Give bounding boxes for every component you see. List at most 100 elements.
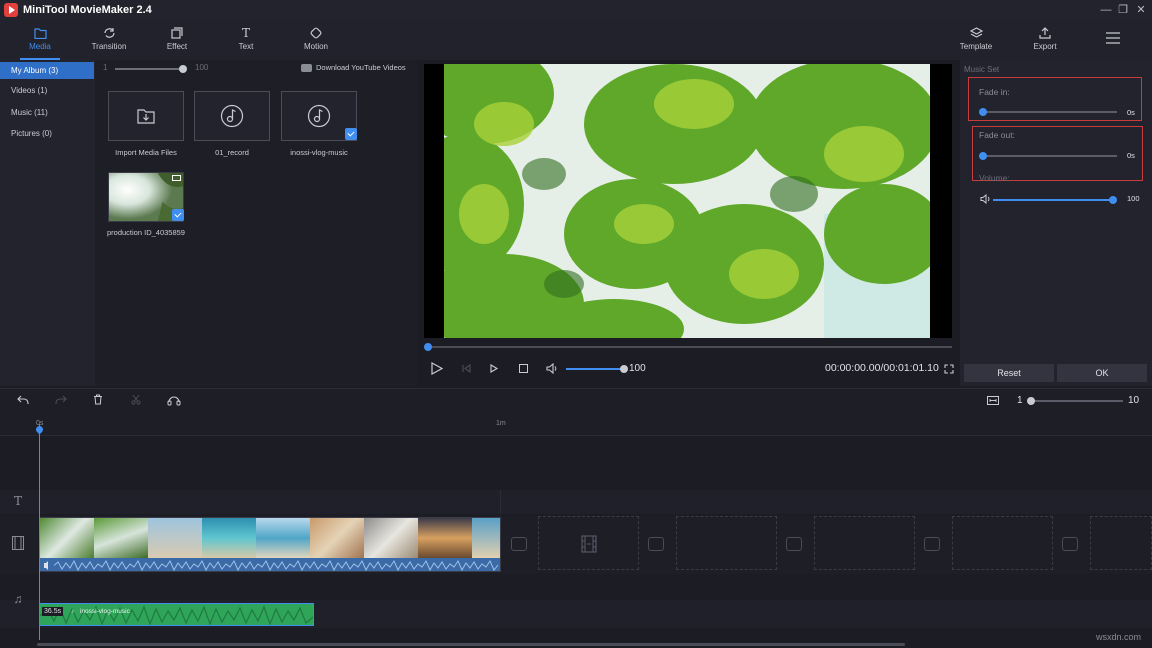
sidebar-item-videos[interactable]: Videos (1) [0, 82, 94, 99]
transition-icon [79, 24, 139, 42]
clip-frame [256, 518, 310, 558]
thumbnail-zoom-knob[interactable] [179, 65, 187, 73]
music-track[interactable]: ♫ 36.5s ♪ inossi-vlog-music [0, 600, 1152, 628]
timeline-zoom-track[interactable] [1030, 400, 1123, 402]
tab-effect-label: Effect [147, 42, 207, 51]
timeline-zoom-min: 1 [1017, 395, 1023, 406]
restore-icon[interactable]: ❐ [1113, 2, 1133, 18]
clip-frame [310, 518, 364, 558]
youtube-icon [301, 64, 312, 72]
delete-icon[interactable] [93, 394, 103, 408]
sidebar-item-pictures[interactable]: Pictures (0) [0, 125, 94, 142]
transition-slot[interactable] [786, 537, 802, 551]
clip-frame [472, 518, 501, 558]
template-label: Template [946, 42, 1006, 51]
add-clip-icon [580, 535, 598, 553]
fullscreen-icon[interactable] [944, 364, 954, 377]
media-item-01-record[interactable] [194, 91, 270, 141]
download-youtube-button[interactable]: Download YouTube Videos [301, 63, 406, 72]
title-bar: MiniTool MovieMaker 2.4 — ❐ ✕ [0, 0, 1152, 20]
import-media-label: Import Media Files [96, 148, 196, 157]
video-clip[interactable] [39, 517, 501, 572]
export-button[interactable]: Export [1015, 24, 1075, 51]
video-audio-waveform [40, 558, 501, 572]
reset-button[interactable]: Reset [964, 364, 1054, 382]
time-ruler[interactable]: 0s 1m [0, 412, 1152, 436]
zoom-max-label: 100 [195, 63, 208, 72]
video-track-icon [0, 536, 36, 553]
transition-slot[interactable] [1062, 537, 1078, 551]
timeline-scrollbar-area [0, 640, 1152, 648]
ok-button[interactable]: OK [1057, 364, 1147, 382]
player-volume-knob[interactable] [620, 365, 628, 373]
next-frame-icon[interactable] [490, 364, 499, 376]
tab-effect[interactable]: Effect [147, 24, 207, 51]
music-volume-knob[interactable] [1109, 196, 1117, 204]
music-note-icon [307, 104, 331, 128]
text-track-icon: T [0, 494, 36, 508]
folder-icon [10, 24, 70, 42]
music-note-icon [220, 104, 244, 128]
text-track[interactable]: T [0, 490, 1152, 514]
playback-progress-knob[interactable] [424, 343, 432, 351]
empty-clip-slot[interactable] [952, 516, 1053, 570]
video-frame-palm-trees [444, 64, 930, 338]
empty-clip-slot[interactable] [538, 516, 639, 570]
play-icon[interactable] [431, 362, 443, 378]
tab-text-label: Text [216, 42, 276, 51]
fade-out-track[interactable] [983, 155, 1117, 157]
video-preview[interactable] [424, 64, 952, 338]
timeline-zoom-knob[interactable] [1027, 397, 1035, 405]
app-logo-icon [4, 3, 18, 17]
player-volume-fill [566, 368, 624, 370]
sidebar-item-my-album[interactable]: My Album (3) [0, 62, 94, 79]
tab-media-label: Media [10, 42, 70, 51]
fade-in-track[interactable] [983, 111, 1117, 113]
player-volume-value: 100 [629, 363, 646, 374]
fade-out-knob[interactable] [979, 152, 987, 160]
track-divider [500, 490, 501, 514]
thumbnail-zoom-track[interactable] [115, 68, 183, 70]
empty-clip-slot[interactable] [814, 516, 915, 570]
empty-clip-slot[interactable] [1090, 516, 1152, 570]
split-scissors-icon[interactable] [131, 394, 141, 408]
menu-icon[interactable] [1106, 32, 1120, 47]
tab-text[interactable]: T Text [216, 24, 276, 51]
clip-frame [148, 518, 202, 558]
playhead-line[interactable] [39, 424, 40, 640]
template-button[interactable]: Template [946, 24, 1006, 51]
music-clip[interactable]: 36.5s ♪ inossi-vlog-music [39, 603, 314, 626]
close-icon[interactable]: ✕ [1131, 2, 1151, 18]
volume-icon[interactable] [546, 363, 558, 377]
import-folder-icon [137, 108, 155, 124]
previous-frame-icon[interactable] [462, 364, 471, 376]
tab-media[interactable]: Media [10, 24, 70, 51]
stop-icon[interactable] [519, 364, 528, 373]
tab-motion[interactable]: Motion [286, 24, 346, 51]
music-clip-duration: 36.5s [42, 607, 63, 616]
fit-timeline-icon[interactable] [987, 396, 999, 408]
motion-icon [286, 24, 346, 42]
video-track[interactable] [0, 516, 1152, 574]
text-icon: T [216, 24, 276, 42]
empty-clip-slot[interactable] [676, 516, 777, 570]
effect-icon [147, 24, 207, 42]
import-media-tile[interactable] [108, 91, 184, 141]
fade-in-group [968, 77, 1142, 121]
transition-slot[interactable] [924, 537, 940, 551]
timeline-horizontal-scrollbar[interactable] [37, 643, 905, 646]
sidebar-item-music[interactable]: Music (11) [0, 104, 94, 121]
timeline[interactable]: 0s 1m T [0, 412, 1152, 648]
undo-icon[interactable] [17, 395, 29, 408]
ruler-1m-label: 1m [496, 420, 506, 427]
transition-slot[interactable] [511, 537, 527, 551]
fade-in-label: Fade in: [979, 87, 1010, 97]
transition-slot[interactable] [648, 537, 664, 551]
playback-progress-track[interactable] [427, 346, 952, 348]
fade-in-knob[interactable] [979, 108, 987, 116]
tab-transition[interactable]: Transition [79, 24, 139, 51]
audio-detach-icon[interactable] [166, 394, 182, 409]
redo-icon[interactable] [55, 395, 67, 408]
music-set-title: Music Set [964, 65, 999, 74]
music-set-panel: Music Set Fade in: 0s Fade out: 0s Volum… [960, 60, 1152, 386]
